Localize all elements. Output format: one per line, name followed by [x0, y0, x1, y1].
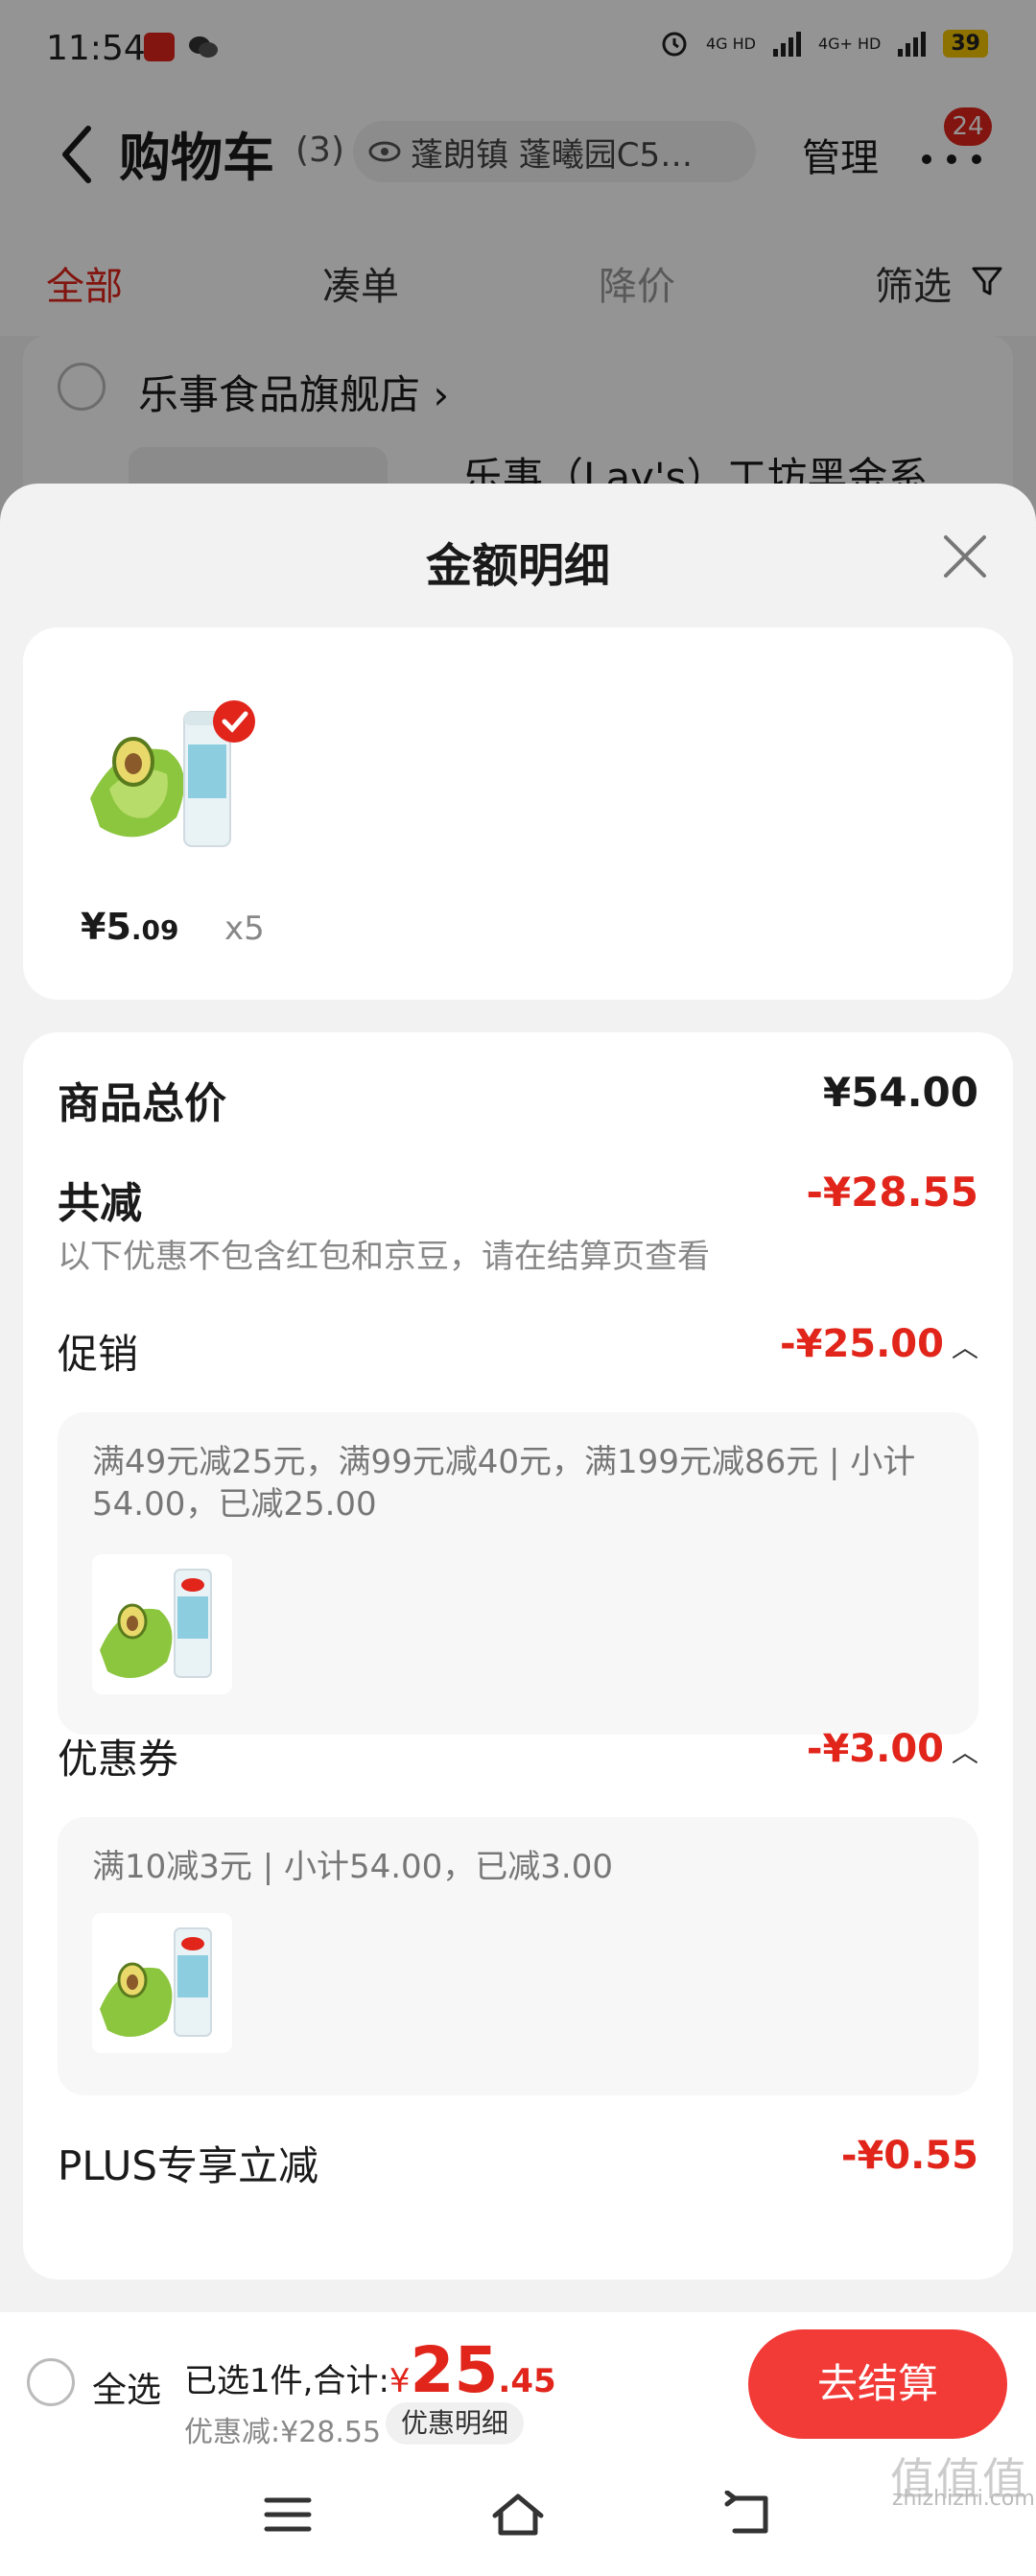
- promotion-rule-text: 满49元减25元，满99元减40元，满199元减86元 | 小计54.00，已减…: [92, 1443, 916, 1524]
- goods-total-label: 商品总价: [58, 1079, 226, 1128]
- checkout-bar: 全选 已选1件,合计:¥25.45 优惠减:¥28.55 优惠明细 去结算: [0, 2312, 1036, 2456]
- discount-summary: 优惠减:¥28.55: [184, 2416, 382, 2449]
- total-amount: 25: [410, 2333, 499, 2407]
- plus-discount-value: -¥0.55: [840, 2134, 978, 2178]
- plus-discount-label: PLUS专享立减: [58, 2142, 319, 2189]
- watermark-text: zhizhizhi.com: [892, 2487, 1035, 2511]
- selected-summary: 已选1件,合计:¥25.45: [184, 2333, 556, 2407]
- home-icon[interactable]: [491, 2491, 545, 2539]
- discount-detail-button[interactable]: 优惠明细: [386, 2402, 525, 2445]
- selected-items-card: ¥5.09 x5: [23, 627, 1013, 1000]
- coupon-label: 优惠券: [58, 1736, 179, 1783]
- close-icon[interactable]: [940, 532, 990, 581]
- select-all-label[interactable]: 全选: [92, 2362, 161, 2412]
- reduction-note: 以下优惠不包含红包和京豆，请在结算页查看: [58, 1238, 710, 1276]
- system-nav-bar: [0, 2456, 1036, 2576]
- coupon-rule-text: 满10减3元 | 小计54.00，已减3.00: [92, 1848, 614, 1886]
- promotion-value-toggle[interactable]: -¥25.00 ︿: [780, 1322, 978, 1366]
- coupon-detail-box: 满10减3元 | 小计54.00，已减3.00: [58, 1817, 978, 2095]
- item-quantity: x5: [224, 910, 265, 948]
- product-image: [90, 700, 255, 847]
- coupon-product-image: [92, 1913, 232, 2053]
- total-reduction-value: -¥28.55: [806, 1169, 978, 1216]
- promotion-label: 促销: [58, 1331, 139, 1378]
- item-price: ¥5.09: [81, 906, 179, 948]
- select-all-checkbox[interactable]: [27, 2358, 75, 2406]
- goods-total-value: ¥54.00: [822, 1069, 978, 1116]
- amount-detail-sheet: 金额明细 ¥5.09 x5 商品总价 ¥54.00 共减 -¥28.55 以下优…: [0, 484, 1036, 2312]
- chevron-up-icon: ︿: [951, 1737, 978, 1768]
- sheet-title: 金额明细: [425, 539, 610, 593]
- amount-breakdown-card: 商品总价 ¥54.00 共减 -¥28.55 以下优惠不包含红包和京豆，请在结算…: [23, 1032, 1013, 2280]
- promotion-detail-box: 满49元减25元，满99元减40元，满199元减86元 | 小计54.00，已减…: [58, 1412, 978, 1735]
- promotion-product-image: [92, 1554, 232, 1694]
- checkout-button[interactable]: 去结算: [748, 2329, 1007, 2439]
- back-icon[interactable]: [721, 2491, 775, 2539]
- chevron-up-icon: ︿: [951, 1332, 978, 1363]
- menu-icon[interactable]: [261, 2491, 315, 2539]
- coupon-value-toggle[interactable]: -¥3.00 ︿: [807, 1727, 978, 1771]
- total-reduction-label: 共减: [58, 1179, 142, 1228]
